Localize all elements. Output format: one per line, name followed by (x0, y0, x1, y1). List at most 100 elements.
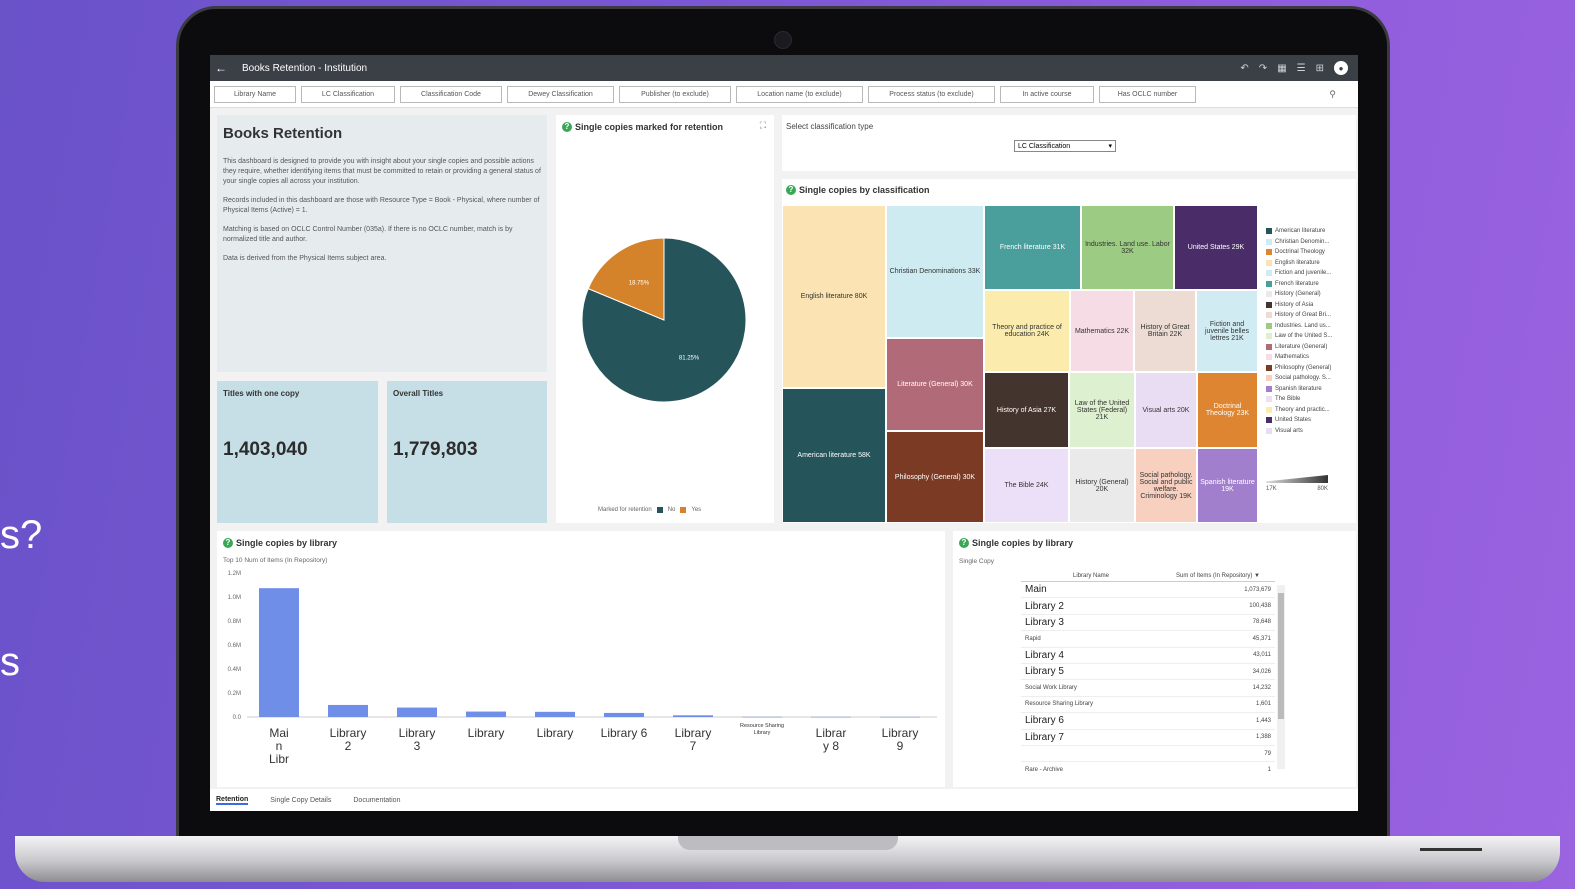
expand-icon[interactable]: ⛶ (760, 120, 766, 131)
treemap-legend-item[interactable]: Mathematics (1266, 352, 1354, 363)
library-name-cell: Rare - Archive (1021, 761, 1161, 776)
bar[interactable] (604, 712, 644, 717)
table-row[interactable]: Rare - Archive 1 (1021, 761, 1275, 776)
treemap-scale-min: 17K (1266, 486, 1277, 492)
bar[interactable] (880, 716, 920, 718)
table-row[interactable]: Main 1,073,679 (1021, 581, 1275, 599)
bar[interactable] (811, 716, 851, 718)
treemap-cell[interactable]: Christian Denominations 33K (886, 205, 984, 338)
treemap-legend-item[interactable]: The Bible (1266, 394, 1354, 405)
table-scrollbar-thumb[interactable] (1278, 593, 1284, 719)
list-icon[interactable]: ☰ (1297, 63, 1306, 74)
treemap-cell[interactable]: Fiction and juvenile belles lettres 21K (1196, 290, 1258, 372)
table-row[interactable]: Library 5 34,026 (1021, 663, 1275, 681)
bar[interactable] (397, 707, 437, 717)
table-row[interactable]: Resource Sharing Library 1,601 (1021, 696, 1275, 714)
treemap-legend-item[interactable]: Fiction and juvenile... (1266, 268, 1354, 279)
treemap-legend-item[interactable]: Spanish literature (1266, 384, 1354, 395)
treemap-cell[interactable]: American literature 58K (782, 388, 886, 523)
treemap-cell[interactable]: Industries. Land use. Labor 32K (1081, 205, 1174, 290)
info-icon[interactable]: ? (786, 185, 796, 195)
treemap-legend-item[interactable]: Theory and practic... (1266, 405, 1354, 416)
grid-icon[interactable]: ▦ (1277, 63, 1286, 74)
filter-has-oclc-number[interactable]: Has OCLC number (1099, 85, 1196, 103)
treemap-legend-item[interactable]: United States (1266, 415, 1354, 426)
treemap-cell[interactable]: Theory and practice of education 24K (984, 290, 1070, 372)
bar[interactable] (535, 711, 575, 717)
treemap-cell[interactable]: Doctrinal Theology 23K (1197, 372, 1258, 448)
bar[interactable] (466, 711, 506, 717)
treemap-cell[interactable]: Law of the United States (Federal) 21K (1069, 372, 1135, 448)
table-row[interactable]: Library 7 1,388 (1021, 729, 1275, 746)
treemap-legend-item[interactable]: Industries. Land us... (1266, 321, 1354, 332)
treemap-legend-item[interactable]: Doctrinal Theology (1266, 247, 1354, 258)
info-icon[interactable]: ? (223, 538, 233, 548)
treemap-legend-item[interactable]: Philosophy (General) (1266, 363, 1354, 374)
table-row[interactable]: 79 (1021, 745, 1275, 763)
treemap-cell[interactable]: History of Asia 27K (984, 372, 1069, 448)
treemap-cell[interactable]: History (General) 20K (1069, 448, 1135, 523)
tab-documentation[interactable]: Documentation (353, 797, 400, 804)
column-header-library-name[interactable]: Library Name (1021, 571, 1161, 582)
treemap-cell[interactable]: Visual arts 20K (1135, 372, 1197, 448)
treemap-cell[interactable]: The Bible 24K (984, 448, 1069, 523)
share-icon[interactable]: ⊞ (1316, 63, 1324, 74)
treemap-cell[interactable]: Social pathology. Social and public welf… (1135, 448, 1197, 523)
treemap-cell[interactable]: French literature 31K (984, 205, 1081, 290)
library-name-cell: Rapid (1021, 630, 1161, 648)
treemap-legend-item[interactable]: American literature (1266, 226, 1354, 237)
filter-publisher[interactable]: Publisher (to exclude) (619, 85, 731, 103)
treemap-legend-item[interactable]: Visual arts (1266, 426, 1354, 437)
filter-library-name[interactable]: Library Name (214, 85, 296, 103)
column-header-sum-items[interactable]: Sum of Items (In Repository) ▼ (1161, 571, 1275, 582)
treemap-legend-item[interactable]: Law of the United S... (1266, 331, 1354, 342)
treemap-cell[interactable]: Philosophy (General) 30K (886, 431, 984, 523)
treemap-legend-item[interactable]: French literature (1266, 279, 1354, 290)
treemap-cell[interactable]: Spanish literature 19K (1197, 448, 1258, 523)
tab-retention[interactable]: Retention (216, 796, 249, 805)
table-row[interactable]: Library 2 100,438 (1021, 597, 1275, 615)
treemap-legend-item[interactable]: English literature (1266, 258, 1354, 269)
treemap-legend-item[interactable]: Christian Denomin... (1266, 237, 1354, 248)
info-icon[interactable]: ? (959, 538, 969, 548)
treemap-cell[interactable]: English literature 80K (782, 205, 886, 388)
avatar[interactable]: ● (1334, 61, 1348, 75)
bar[interactable] (259, 588, 299, 717)
treemap-legend-item[interactable]: Literature (General) (1266, 342, 1354, 353)
treemap-cell[interactable]: Mathematics 22K (1070, 290, 1134, 372)
treemap-legend-item[interactable]: History (General) (1266, 289, 1354, 300)
kpi-label: Overall Titles (393, 389, 444, 398)
table-row[interactable]: Rapid 45,371 (1021, 630, 1275, 648)
treemap-legend-item[interactable]: History of Great Bri... (1266, 310, 1354, 321)
table-row[interactable]: Social Work Library 14,232 (1021, 679, 1275, 697)
info-icon[interactable]: ? (562, 122, 572, 132)
redo-icon[interactable]: ↷ (1259, 63, 1267, 74)
treemap-legend-item[interactable]: Social pathology. S... (1266, 373, 1354, 384)
tab-single-copy-details[interactable]: Single Copy Details (270, 797, 331, 804)
library-table: Library Name Sum of Items (In Repository… (1021, 571, 1275, 776)
bar[interactable] (742, 716, 782, 718)
legend-swatch (1266, 333, 1272, 340)
table-row[interactable]: Library 4 43,011 (1021, 647, 1275, 664)
filter-process-status[interactable]: Process status (to exclude) (868, 85, 995, 103)
table-row[interactable]: Library 3 78,648 (1021, 614, 1275, 632)
legend-swatch (1266, 259, 1272, 266)
bar[interactable] (328, 704, 368, 717)
back-arrow-icon[interactable]: ← (210, 61, 232, 75)
treemap-cell[interactable]: History of Great Britain 22K (1134, 290, 1196, 372)
undo-icon[interactable]: ↶ (1240, 63, 1248, 74)
treemap-cell[interactable]: United States 29K (1174, 205, 1258, 290)
filter-location-name[interactable]: Location name (to exclude) (736, 85, 863, 103)
filter-settings-icon[interactable]: ⚲ (1329, 89, 1336, 100)
classification-select[interactable]: LC Classification ▾ (1014, 140, 1116, 152)
filter-in-active-course[interactable]: In active course (1000, 85, 1094, 103)
camera (774, 31, 792, 49)
filter-classification-code[interactable]: Classification Code (400, 85, 502, 103)
table-scrollbar[interactable] (1277, 585, 1285, 769)
treemap-legend-item[interactable]: History of Asia (1266, 300, 1354, 311)
bar[interactable] (673, 715, 713, 717)
treemap-cell[interactable]: Literature (General) 30K (886, 338, 984, 431)
filter-lc-classification[interactable]: LC Classification (301, 85, 395, 103)
table-row[interactable]: Library 6 1,443 (1021, 712, 1275, 730)
filter-dewey-classification[interactable]: Dewey Classification (507, 85, 614, 103)
